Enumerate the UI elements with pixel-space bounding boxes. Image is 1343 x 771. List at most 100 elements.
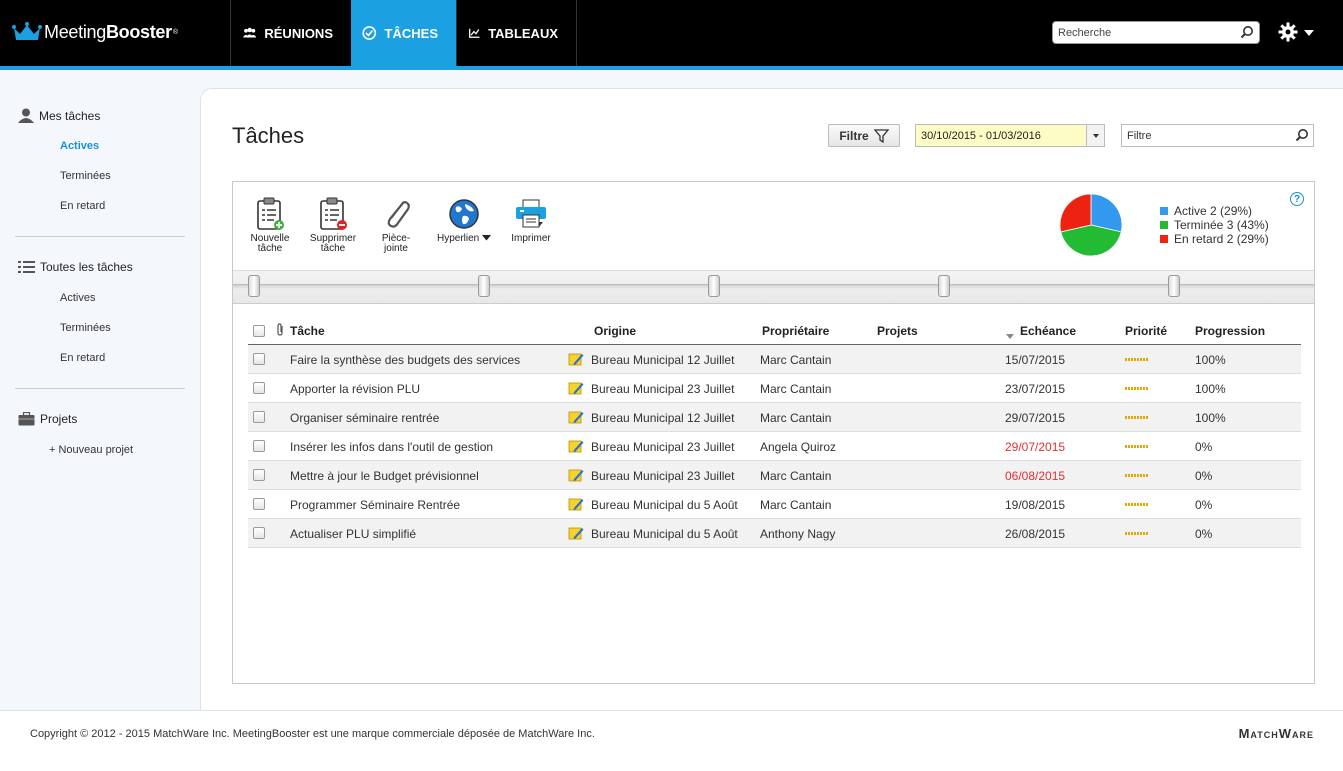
row-checkbox[interactable] [253, 411, 265, 423]
delete-task-button[interactable]: Supprimer tâche [307, 196, 359, 254]
app-logo[interactable]: Meeting Booster ® [12, 20, 178, 44]
nav-tableaux[interactable]: TABLEAUX [456, 0, 577, 66]
task-origin[interactable]: Bureau Municipal 12 Juillet [591, 353, 734, 367]
sidebar-all-tasks-label: Toutes les tâches [40, 260, 133, 274]
task-title[interactable]: Mettre à jour le Budget prévisionnel [290, 469, 479, 483]
print-label: Imprimer [511, 233, 551, 244]
task-title[interactable]: Apporter la révision PLU [290, 382, 420, 396]
sidebar-all-tasks-header[interactable]: Toutes les tâches [18, 260, 133, 274]
table-row[interactable]: Programmer Séminaire Rentrée Bureau Munic… [248, 490, 1301, 519]
task-title[interactable]: Insérer les infos dans l'outil de gestio… [290, 440, 493, 454]
global-search [1052, 21, 1260, 44]
column-resize-handle[interactable] [478, 275, 490, 297]
col-header-due[interactable]: Echéance [1020, 324, 1076, 338]
task-origin[interactable]: Bureau Municipal du 5 Août [591, 527, 738, 541]
print-button[interactable]: Imprimer [508, 196, 554, 244]
hyperlink-button[interactable]: Hyperlien [436, 196, 492, 244]
sidebar-new-project-link[interactable]: + Nouveau projet [49, 444, 133, 456]
task-owner: Marc Cantain [760, 382, 832, 396]
col-header-priority[interactable]: Priorité [1125, 324, 1167, 338]
row-checkbox[interactable] [253, 527, 265, 539]
table-row[interactable]: Actualiser PLU simplifié Bureau Municipal… [248, 519, 1301, 548]
row-checkbox[interactable] [253, 353, 265, 365]
col-header-origin[interactable]: Origine [594, 324, 636, 338]
task-origin[interactable]: Bureau Municipal 23 Juillet [591, 440, 734, 454]
page-title: Tâches [232, 123, 305, 148]
row-checkbox[interactable] [253, 440, 265, 452]
meeting-note-icon [568, 352, 584, 369]
column-resize-rail [233, 270, 1314, 304]
column-resize-handle[interactable] [248, 275, 260, 297]
col-header-progress[interactable]: Progression [1195, 324, 1265, 338]
sidebar-item-all-active[interactable]: Actives [60, 292, 95, 304]
sort-desc-icon[interactable] [1006, 328, 1014, 342]
sidebar-my-tasks-header[interactable]: Mes tâches [18, 108, 100, 123]
task-title[interactable]: Actualiser PLU simplifié [290, 527, 416, 541]
task-due-date: 29/07/2015 [1005, 440, 1066, 454]
table-body: Faire la synthèse des budgets des servic… [248, 345, 1301, 548]
search-icon[interactable] [1295, 128, 1309, 142]
nav-reunions[interactable]: RÉUNIONS [230, 0, 351, 66]
copyright-text: Copyright © 2012 - 2015 MatchWare Inc. M… [30, 728, 595, 740]
search-icon[interactable] [1240, 25, 1254, 39]
sidebar-item-all-completed[interactable]: Terminées [60, 322, 111, 334]
task-owner: Marc Cantain [760, 353, 832, 367]
task-origin[interactable]: Bureau Municipal 23 Juillet [591, 382, 734, 396]
legend-label: Terminée 3 (43%) [1174, 218, 1269, 232]
sidebar-my-tasks-label: Mes tâches [39, 108, 101, 123]
task-due-date: 23/07/2015 [1005, 382, 1066, 396]
task-progress: 100% [1195, 411, 1226, 425]
legend-item-late: En retard 2 (29%) [1160, 232, 1269, 246]
column-resize-handle[interactable] [1168, 275, 1180, 297]
col-header-task[interactable]: Tâche [290, 324, 325, 338]
table-row[interactable]: Faire la synthèse des budgets des servic… [248, 345, 1301, 374]
logo-text-bold: Booster [105, 21, 172, 42]
help-icon[interactable]: ? [1290, 192, 1304, 206]
sidebar-projects-header[interactable]: Projets [18, 412, 77, 426]
new-task-button[interactable]: Nouvelle tâche [249, 196, 291, 254]
col-header-projects[interactable]: Projets [877, 324, 918, 338]
logo-registered-mark: ® [172, 28, 178, 36]
legend-item-completed: Terminée 3 (43%) [1160, 218, 1269, 232]
clipboard-add-icon [257, 197, 284, 230]
table-row[interactable]: Apporter la révision PLU Bureau Municipal… [248, 374, 1301, 403]
legend-label: Active 2 (29%) [1174, 204, 1253, 218]
table-row[interactable]: Mettre à jour le Budget prévisionnel Bure… [248, 461, 1301, 490]
table-row[interactable]: Organiser séminaire rentrée Bureau Munici… [248, 403, 1301, 432]
task-origin[interactable]: Bureau Municipal du 5 Août [591, 498, 738, 512]
task-title[interactable]: Programmer Séminaire Rentrée [290, 498, 460, 512]
sidebar-item-my-completed[interactable]: Terminées [60, 170, 111, 182]
search-input[interactable] [1053, 22, 1233, 43]
sidebar: Mes tâches Actives Terminées En retard T… [0, 70, 200, 710]
task-title[interactable]: Organiser séminaire rentrée [290, 411, 439, 425]
priority-indicator [1125, 503, 1148, 506]
row-checkbox[interactable] [253, 498, 265, 510]
filter-button[interactable]: Filtre [828, 124, 900, 147]
col-header-owner[interactable]: Propriétaire [762, 324, 829, 338]
row-checkbox[interactable] [253, 382, 265, 394]
date-range-select[interactable]: 30/10/2015 - 01/03/2016 [915, 124, 1105, 147]
caret-down-icon [482, 235, 492, 241]
task-origin[interactable]: Bureau Municipal 23 Juillet [591, 469, 734, 483]
nav-reunions-label: RÉUNIONS [264, 25, 333, 41]
chevron-down-icon[interactable] [1086, 125, 1104, 146]
gear-icon[interactable] [1278, 22, 1298, 42]
paperclip-icon [276, 323, 284, 339]
row-checkbox[interactable] [253, 469, 265, 481]
chevron-down-icon[interactable] [1304, 30, 1314, 36]
sidebar-item-my-active[interactable]: Actives [60, 140, 99, 152]
task-title[interactable]: Faire la synthèse des budgets des servic… [290, 353, 520, 367]
logo-text: Meeting [44, 21, 106, 42]
column-resize-handle[interactable] [938, 275, 950, 297]
priority-indicator [1125, 445, 1148, 448]
filter-input[interactable] [1122, 125, 1287, 146]
sidebar-item-all-late[interactable]: En retard [60, 352, 105, 364]
column-resize-handle[interactable] [708, 275, 720, 297]
attachment-button[interactable]: Pièce-jointe [370, 196, 422, 254]
table-row[interactable]: Insérer les infos dans l'outil de gestio… [248, 432, 1301, 461]
task-due-date: 26/08/2015 [1005, 527, 1066, 541]
task-origin[interactable]: Bureau Municipal 12 Juillet [591, 411, 734, 425]
nav-taches[interactable]: TÂCHES [351, 0, 456, 66]
sidebar-item-my-late[interactable]: En retard [60, 200, 105, 212]
select-all-checkbox[interactable] [253, 325, 265, 337]
